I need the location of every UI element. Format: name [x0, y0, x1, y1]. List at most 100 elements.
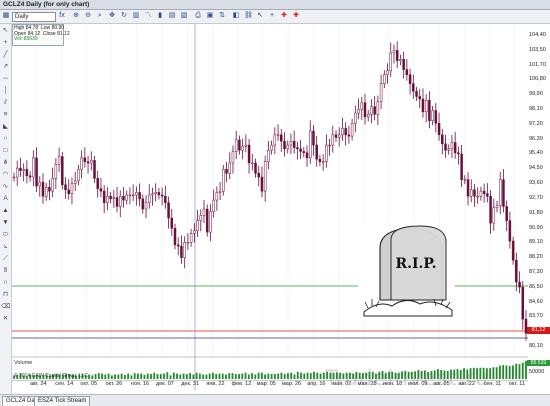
date-axis-label: янв. 22 — [206, 381, 225, 387]
sell-marker-icon[interactable]: ✚ — [292, 12, 300, 20]
volume-bar — [313, 371, 315, 379]
scroll-icon[interactable]: ✥ — [108, 12, 116, 20]
candle-body — [312, 130, 315, 146]
price-axis-label: 80,10 — [529, 343, 543, 349]
candle-body — [428, 100, 431, 121]
magnet-tool-icon[interactable]: ∩ — [1, 278, 10, 287]
candle-body — [434, 110, 438, 124]
zoom-out-icon[interactable]: ⊖ — [84, 12, 92, 20]
fib-tool-icon[interactable]: ≡ — [1, 110, 10, 119]
volume-bar — [130, 375, 133, 379]
date-axis-label: мар. 26 — [282, 381, 302, 387]
zoom-fit-icon[interactable]: ⌕ — [96, 12, 104, 20]
candle-body — [228, 162, 231, 174]
volume-bar — [172, 372, 175, 379]
zoom-in-icon[interactable]: ⊕ — [72, 12, 80, 20]
gann-tool-icon[interactable]: ◣ — [1, 122, 10, 131]
line-tool-icon[interactable]: ╱ — [1, 50, 10, 59]
template-icon[interactable]: ▣ — [206, 12, 214, 20]
volume-bar — [508, 365, 511, 379]
candle-body — [511, 240, 515, 261]
pitchfork-tool-icon[interactable]: ⋔ — [1, 158, 10, 167]
select-tool-icon[interactable]: ↖ — [1, 26, 10, 35]
rect-tool-icon[interactable]: □ — [1, 146, 10, 155]
buy-marker-icon[interactable]: ✚ — [280, 12, 288, 20]
pointer-icon[interactable]: ↖ — [256, 12, 264, 20]
text-tool-icon[interactable]: A — [1, 194, 10, 203]
trade-icon[interactable]: ⇅ — [218, 12, 226, 20]
candle-body — [431, 110, 434, 121]
candle-body — [418, 96, 421, 100]
arrow-up-tool-icon[interactable]: ▲ — [1, 206, 10, 215]
price-scale[interactable] — [528, 24, 550, 360]
crosshair-tool-icon[interactable]: + — [1, 38, 10, 47]
link-icon[interactable]: ⛓ — [244, 12, 253, 20]
hline-tool-icon[interactable]: ─ — [1, 74, 10, 83]
line-chart-icon[interactable]: 〽 — [144, 12, 152, 20]
candle-body — [402, 59, 405, 70]
date-axis-label: дек. 07 — [156, 381, 174, 387]
grid-icon[interactable]: ▤ — [168, 12, 176, 20]
volume-bar — [110, 375, 113, 379]
circle-tool-icon[interactable]: ○ — [1, 134, 10, 143]
candle-body — [244, 144, 248, 147]
candle-body — [328, 144, 331, 147]
candle-body — [296, 147, 299, 150]
wave-tool-icon[interactable]: ∿ — [1, 182, 10, 191]
candle-body — [412, 83, 415, 92]
close-label: Close — [42, 30, 56, 37]
cycle-tool-icon[interactable]: ⦀ — [1, 266, 10, 275]
volume-bar — [218, 373, 221, 379]
candle-body — [183, 242, 186, 258]
color-icon[interactable]: ▧ — [180, 12, 188, 20]
volume-bar — [137, 373, 139, 379]
candle-body — [383, 74, 386, 84]
date-axis-label: окт. 05 — [80, 381, 98, 387]
candle-body — [106, 196, 109, 203]
volume-bar — [244, 372, 247, 379]
arrow-down-tool-icon[interactable]: ▼ — [1, 218, 10, 227]
candle-body — [73, 180, 77, 184]
candle-body — [315, 144, 318, 160]
bar-chart-icon[interactable]: ▥ — [132, 12, 140, 20]
window-titlebar: GCLZ4 Daily (for only chart) — [0, 0, 550, 10]
ellipse-tool-icon[interactable]: ⬭ — [1, 230, 10, 239]
volume-bar — [489, 368, 492, 379]
price-chart[interactable]: R.I.P. — [0, 0, 550, 405]
interval-select[interactable]: Daily — [12, 12, 56, 22]
candle-body — [160, 194, 164, 197]
candle-body — [318, 158, 322, 162]
ray-tool-icon[interactable]: ↗ — [1, 62, 10, 71]
date-axis-label: сен. 14 — [55, 381, 74, 387]
indicator-icon[interactable]: fx — [58, 12, 66, 20]
candle-body — [64, 184, 67, 191]
vline-tool-icon[interactable]: │ — [1, 86, 10, 95]
volume-bar — [293, 374, 296, 379]
candle-body — [109, 196, 112, 200]
price-axis-label: 96,30 — [529, 135, 543, 142]
crosshair-icon[interactable]: + — [268, 12, 276, 20]
eraser-tool-icon[interactable]: ⌫ — [1, 302, 10, 311]
layout-icon[interactable]: ◧ — [232, 12, 240, 20]
refresh-icon[interactable]: ↻ — [120, 12, 128, 20]
window-title: GCLZ4 Daily (for only chart) — [3, 1, 90, 8]
date-axis-label: авг. 24 — [30, 381, 47, 387]
chart-menu-icon[interactable]: ▦ — [2, 12, 10, 20]
candle-body — [205, 208, 209, 233]
speed-tool-icon[interactable]: ⦣ — [1, 242, 10, 251]
channel-tool-icon[interactable]: ⫽ — [1, 98, 10, 107]
regression-tool-icon[interactable]: ⟋ — [1, 254, 10, 263]
volume-bar — [215, 374, 218, 379]
delete-tool-icon[interactable]: ✕ — [1, 314, 10, 323]
price-axis-label: 93,60 — [529, 180, 543, 187]
candle-body — [354, 112, 357, 124]
print-icon[interactable]: ⎙ — [194, 12, 202, 20]
candle-body — [38, 181, 42, 187]
candle-body — [83, 157, 87, 162]
lock-tool-icon[interactable]: ⊓ — [1, 290, 10, 299]
volume-bar — [492, 367, 495, 379]
candle-body — [366, 114, 370, 118]
candle-chart-icon[interactable]: ▮ — [156, 12, 164, 20]
arc-tool-icon[interactable]: ◠ — [1, 170, 10, 179]
price-axis-label: 86,50 — [529, 283, 543, 290]
